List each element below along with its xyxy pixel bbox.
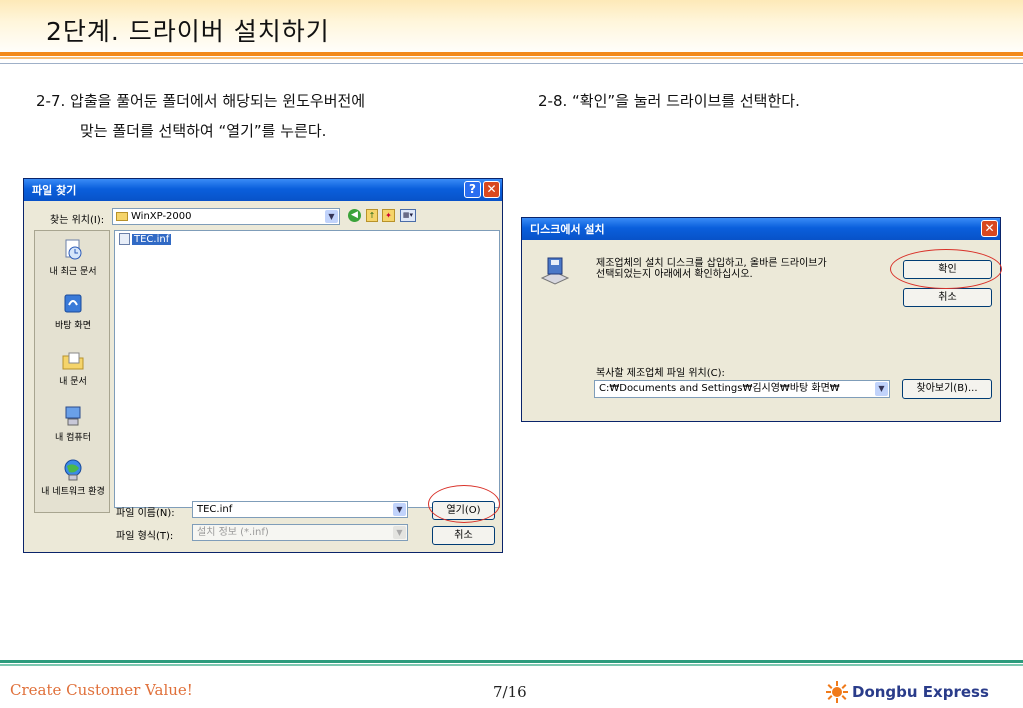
header-rule xyxy=(0,52,1023,56)
place-label: 내 문서 xyxy=(59,377,87,387)
slide-title: 2단계. 드라이버 설치하기 xyxy=(46,17,330,46)
file-open-dialog: 파일 찾기 ? ✕ 찾는 위치(I): WinXP-2000 ▼ ◀ ↑ ✦ ▦… xyxy=(23,178,503,553)
header-rule-secondary xyxy=(0,57,1023,59)
place-desktop[interactable]: 바탕 화면 xyxy=(35,293,111,331)
chevron-down-icon[interactable]: ▼ xyxy=(325,210,338,223)
cancel-button[interactable]: 취소 xyxy=(432,526,495,545)
close-icon[interactable]: ✕ xyxy=(981,220,998,237)
step-left-line2: 맞는 폴더를 선택하여 “열기”를 누른다. xyxy=(80,122,327,140)
help-icon[interactable]: ? xyxy=(464,181,481,198)
copy-from-label: 복사할 제조업체 파일 위치(C): xyxy=(596,368,725,379)
file-list[interactable]: TEC.inf xyxy=(114,230,500,508)
sun-logo-icon xyxy=(826,681,848,703)
filetype-value: 설치 정보 (*.inf) xyxy=(197,527,269,538)
step-left-instruction: 2-7. 압출을 풀어둔 폴더에서 해당되는 윈도우버전에 맞는 폴더를 선택하… xyxy=(36,86,365,146)
highlight-open-button xyxy=(428,485,500,523)
step-left-line1: 2-7. 압출을 풀어둔 폴더에서 해당되는 윈도우버전에 xyxy=(36,92,366,110)
disk-message: 제조업체의 설치 디스크를 삽입하고, 올바른 드라이브가 선택되었는지 아래에… xyxy=(596,258,827,280)
install-from-disk-dialog: 디스크에서 설치 ✕ 제조업체의 설치 디스크를 삽입하고, 올바른 드라이브가… xyxy=(521,217,1002,422)
install-disk-icon xyxy=(540,257,570,285)
filename-value: TEC.inf xyxy=(197,504,233,515)
place-my-computer[interactable]: 내 컴퓨터 xyxy=(35,405,111,443)
filetype-dropdown[interactable]: 설치 정보 (*.inf) ▼ xyxy=(192,524,408,541)
my-documents-icon xyxy=(62,352,84,370)
place-label: 내 최근 문서 xyxy=(49,267,97,277)
step-right-instruction: 2-8. “확인”을 눌러 드라이브를 선택한다. xyxy=(538,92,800,110)
place-label: 내 네트워크 환경 xyxy=(41,487,105,497)
highlight-ok-button xyxy=(890,249,1002,289)
back-icon[interactable]: ◀ xyxy=(348,209,361,222)
look-in-value: WinXP-2000 xyxy=(131,211,192,222)
footer-rule xyxy=(0,660,1023,663)
network-icon xyxy=(64,459,82,481)
look-in-dropdown[interactable]: WinXP-2000 ▼ xyxy=(112,208,340,225)
inf-file-icon xyxy=(119,233,130,245)
filetype-label: 파일 형식(T): xyxy=(116,531,174,542)
disk-dialog-titlebar: 디스크에서 설치 ✕ xyxy=(522,218,1000,240)
new-folder-icon[interactable]: ✦ xyxy=(382,209,395,222)
folder-icon xyxy=(116,212,128,221)
up-folder-icon[interactable]: ↑ xyxy=(366,209,378,222)
desktop-icon xyxy=(64,294,82,313)
place-label: 내 컴퓨터 xyxy=(55,433,91,443)
footer-rule-secondary xyxy=(0,664,1023,666)
logo-text: Dongbu Express xyxy=(852,683,989,701)
place-network[interactable]: 내 네트워크 환경 xyxy=(35,459,111,497)
file-dialog-titlebar: 파일 찾기 ? ✕ xyxy=(24,179,502,201)
file-dialog-title: 파일 찾기 xyxy=(32,184,77,197)
places-bar: 내 최근 문서 바탕 화면 내 문서 내 컴퓨터 내 네트워크 환경 xyxy=(34,230,110,513)
filename-input[interactable]: TEC.inf ▼ xyxy=(192,501,408,518)
disk-message-line1: 제조업체의 설치 디스크를 삽입하고, 올바른 드라이브가 xyxy=(596,258,827,269)
place-label: 바탕 화면 xyxy=(55,321,91,331)
chevron-down-icon[interactable]: ▼ xyxy=(393,526,406,539)
filename-label: 파일 이름(N): xyxy=(116,508,175,519)
recent-documents-icon xyxy=(65,239,82,260)
chevron-down-icon[interactable]: ▼ xyxy=(393,503,406,516)
my-computer-icon xyxy=(65,406,81,426)
disk-dialog-title: 디스크에서 설치 xyxy=(530,223,605,236)
disk-message-line2: 선택되었는지 아래에서 확인하십시오. xyxy=(596,269,753,280)
page-number: 7/16 xyxy=(493,683,527,701)
copy-from-input[interactable]: C:₩Documents and Settings₩김시영₩바탕 화면₩ ▼ xyxy=(594,380,890,398)
copy-from-value: C:₩Documents and Settings₩김시영₩바탕 화면₩ xyxy=(599,383,840,394)
place-recent-documents[interactable]: 내 최근 문서 xyxy=(35,239,111,277)
close-icon[interactable]: ✕ xyxy=(483,181,500,198)
browse-button[interactable]: 찾아보기(B)... xyxy=(902,379,992,399)
place-my-documents[interactable]: 내 문서 xyxy=(35,349,111,387)
chevron-down-icon[interactable]: ▼ xyxy=(875,382,888,396)
look-in-label: 찾는 위치(I): xyxy=(50,215,105,226)
header-rule-thin xyxy=(0,63,1023,64)
list-item[interactable]: TEC.inf xyxy=(119,233,172,245)
footer-slogan: Create Customer Value! xyxy=(10,681,193,699)
view-menu-icon[interactable]: ▦▾ xyxy=(400,209,416,222)
file-name: TEC.inf xyxy=(132,234,172,245)
cancel-button[interactable]: 취소 xyxy=(903,288,992,307)
